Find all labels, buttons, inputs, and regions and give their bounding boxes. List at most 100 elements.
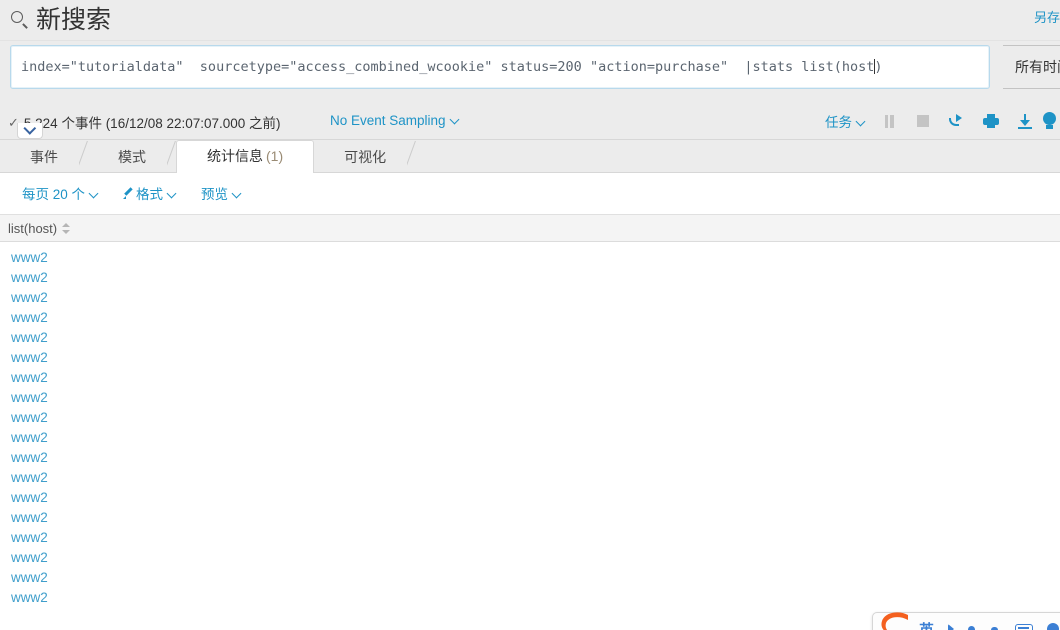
tab-statistics-count: (1) (266, 148, 284, 164)
table-row: www2 (0, 408, 1060, 428)
tab-patterns-label: 模式 (118, 149, 146, 165)
bars-icon[interactable] (989, 623, 1001, 630)
table-cell-value[interactable]: www2 (11, 490, 48, 505)
jobs-dropdown[interactable]: 任务 (817, 111, 872, 131)
tab-events-label: 事件 (30, 149, 58, 165)
table-cell-value[interactable]: www2 (11, 550, 48, 565)
chevron-down-icon (855, 116, 866, 127)
chevron-down-icon (22, 122, 36, 135)
table-row: www2 (0, 568, 1060, 588)
query-text-before-caret: index="tutorialdata" sourcetype="access_… (21, 59, 875, 75)
results-tabs-bar: 事件 模式 统计信息 (1) 可视化 (0, 140, 1060, 173)
tab-visualization[interactable]: 可视化 (314, 141, 416, 173)
results-toolbar: 每页 20 个 格式 预览 (0, 173, 1060, 214)
table-cell-value[interactable]: www2 (11, 590, 48, 605)
print-tray-icon (987, 124, 995, 128)
event-count-text: 5,224 个事件 (16/12/08 22:07:07.000 之前) (23, 116, 281, 131)
share-button[interactable] (940, 103, 974, 139)
search-query-input[interactable]: index="tutorialdata" sourcetype="access_… (10, 45, 990, 89)
print-button[interactable] (974, 103, 1008, 139)
table-row: www2 (0, 588, 1060, 608)
print-icon (983, 114, 999, 128)
results-info-bar: ✓ 5,224 个事件 (16/12/08 22:07:07.000 之前) N… (0, 103, 1060, 140)
table-cell-value[interactable]: www2 (11, 470, 48, 485)
smart-mode-button[interactable] (1042, 103, 1060, 139)
jobs-label: 任务 (825, 115, 852, 130)
preview-dropdown[interactable]: 预览 (201, 183, 242, 203)
table-cell-value[interactable]: www2 (11, 390, 48, 405)
query-text-after-caret: ) (874, 59, 883, 75)
page-header: 新搜索 另存 (0, 0, 1060, 41)
table-row: www2 (0, 468, 1060, 488)
per-page-label: 每页 20 个 (22, 187, 86, 202)
table-row: www2 (0, 388, 1060, 408)
dot-icon[interactable] (968, 625, 976, 630)
page-title-group: 新搜索 (10, 0, 111, 40)
event-sampling-label: No Event Sampling (330, 113, 446, 128)
pencil-icon (123, 188, 134, 199)
table-row: www2 (0, 308, 1060, 328)
per-page-dropdown[interactable]: 每页 20 个 (22, 183, 99, 203)
table-cell-value[interactable]: www2 (11, 410, 48, 425)
results-table: list(host) www2 www2 www2 www2 www2 www2 www2 w… (0, 214, 1060, 608)
stop-button[interactable] (906, 103, 940, 139)
keyboard-icon[interactable] (1015, 623, 1034, 630)
results-table-header: list(host) (0, 214, 1060, 242)
table-cell-value[interactable]: www2 (11, 530, 48, 545)
tab-statistics-label: 统计信息 (207, 148, 263, 164)
ime-mode-label[interactable]: 英 (919, 619, 934, 630)
table-row: www2 (0, 288, 1060, 308)
splunk-search-app: 新搜索 另存 index="tutorialdata" sourcetype="… (0, 0, 1060, 630)
circle-icon[interactable] (1047, 623, 1060, 630)
pause-icon (884, 114, 895, 128)
table-cell-value[interactable]: www2 (11, 290, 48, 305)
chevron-down-icon (166, 188, 177, 198)
stop-icon (917, 115, 929, 127)
event-sampling-dropdown[interactable]: No Event Sampling (330, 113, 460, 128)
table-row: www2 (0, 248, 1060, 268)
table-cell-value[interactable]: www2 (11, 330, 48, 345)
export-button[interactable] (1008, 103, 1042, 139)
lightbulb-icon (1042, 112, 1056, 130)
tab-statistics[interactable]: 统计信息 (1) (176, 140, 315, 173)
table-row: www2 (0, 508, 1060, 528)
chevron-down-icon (449, 114, 460, 125)
preview-label: 预览 (201, 187, 229, 202)
results-tabs: 事件 模式 统计信息 (1) 可视化 (0, 140, 416, 173)
table-row: www2 (0, 528, 1060, 548)
column-header-label: list(host) (8, 220, 58, 236)
table-cell-value[interactable]: www2 (11, 570, 48, 585)
table-row: www2 (0, 428, 1060, 448)
time-range-picker[interactable]: 所有时间 (1003, 45, 1060, 89)
sort-arrows-icon[interactable] (62, 222, 71, 235)
table-cell-value[interactable]: www2 (11, 250, 48, 265)
pause-button[interactable] (872, 103, 906, 139)
table-row: www2 (0, 488, 1060, 508)
tab-visualization-label: 可视化 (344, 149, 387, 165)
sogou-logo-icon[interactable] (877, 609, 913, 630)
table-cell-value[interactable]: www2 (11, 310, 48, 325)
chevron-down-icon (88, 188, 99, 198)
chevron-down-icon (231, 188, 242, 198)
table-cell-value[interactable]: www2 (11, 450, 48, 465)
search-bar-row: index="tutorialdata" sourcetype="access_… (0, 41, 1060, 139)
ime-toolbar[interactable]: 英 (872, 612, 1060, 630)
table-cell-value[interactable]: www2 (11, 350, 48, 365)
table-cell-value[interactable]: www2 (11, 370, 48, 385)
page-title: 新搜索 (36, 6, 112, 34)
table-cell-value[interactable]: www2 (11, 270, 48, 285)
tab-separator (407, 141, 425, 173)
table-cell-value[interactable]: www2 (11, 430, 48, 445)
moon-icon[interactable] (948, 624, 955, 630)
tab-patterns[interactable]: 模式 (88, 141, 176, 173)
download-base-icon (1018, 126, 1032, 129)
download-icon (1018, 113, 1032, 129)
tab-events[interactable]: 事件 (0, 141, 88, 173)
search-expand-button[interactable] (17, 122, 43, 139)
table-cell-value[interactable]: www2 (11, 510, 48, 525)
format-dropdown[interactable]: 格式 (123, 183, 177, 203)
search-icon (10, 10, 30, 30)
save-as-link[interactable]: 另存 (1034, 7, 1060, 26)
share-icon (949, 114, 965, 128)
column-header-list-host[interactable]: list(host) (8, 220, 71, 236)
